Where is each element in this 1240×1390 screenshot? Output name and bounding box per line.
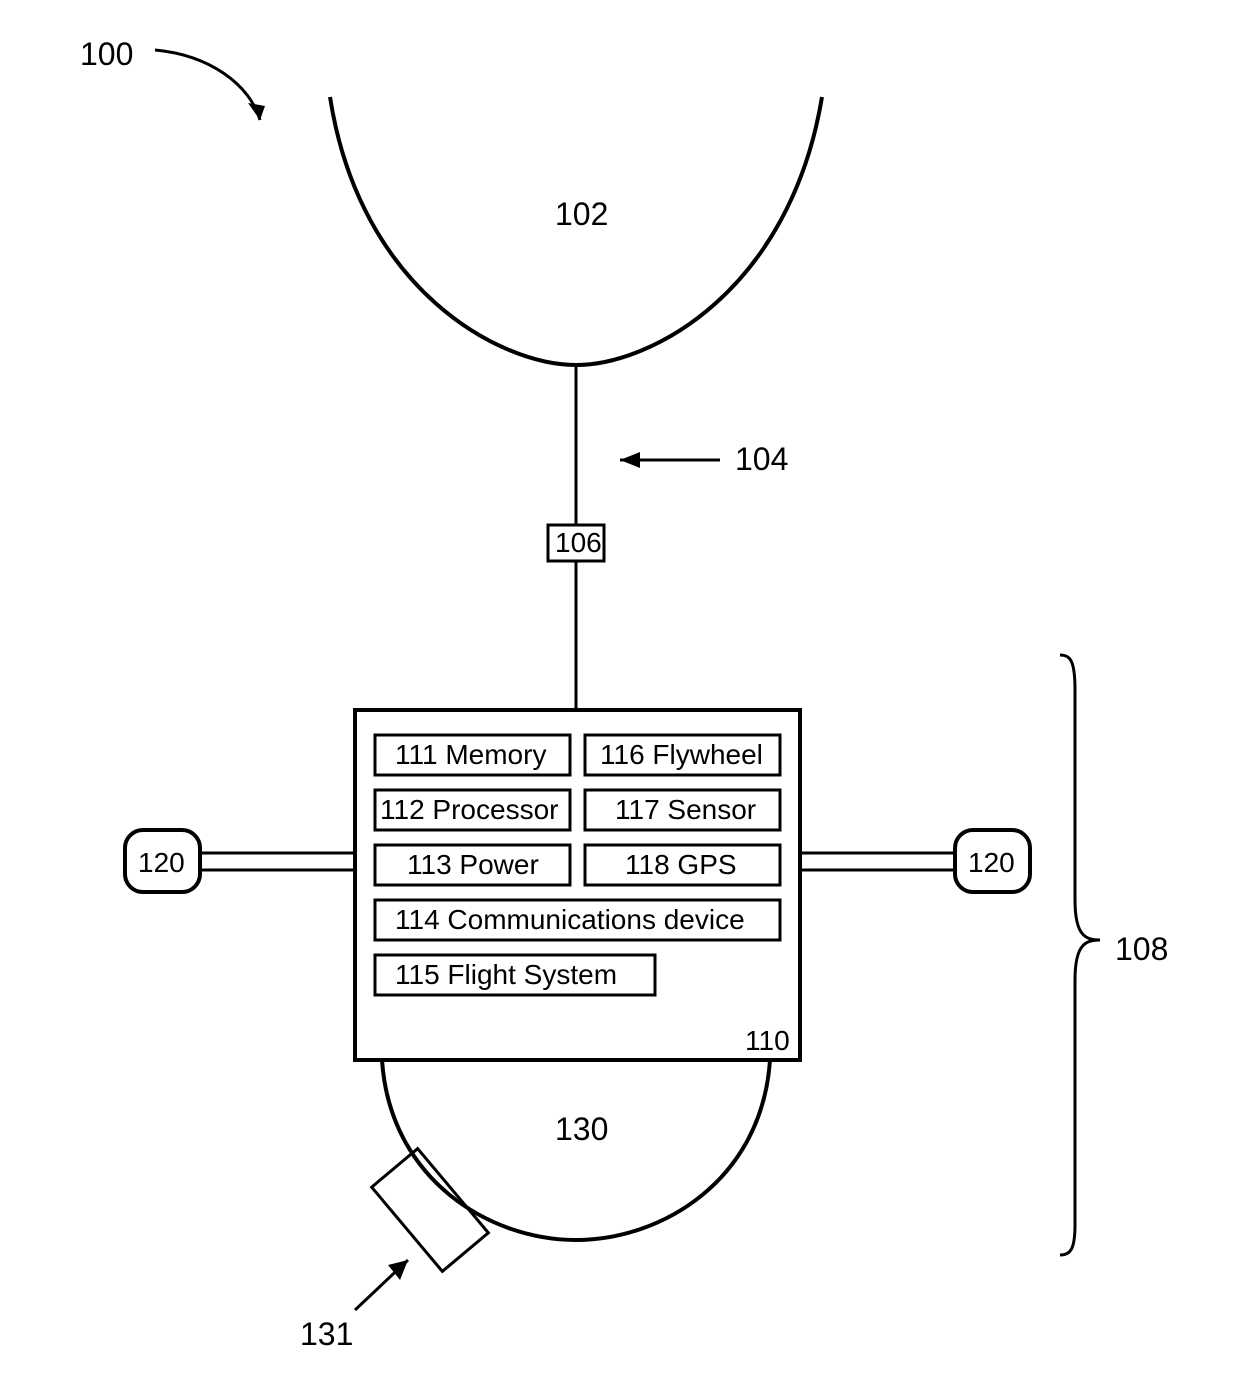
ref-100: 100 <box>80 36 133 72</box>
label-118: 118 GPS <box>625 849 737 880</box>
ref-120-right: 120 <box>968 847 1015 878</box>
label-114: 114 Communications device <box>395 904 745 935</box>
label-111: 111 Memory <box>395 739 546 770</box>
label-115: 115 Flight System <box>395 959 617 990</box>
bracket-108 <box>1060 655 1100 1255</box>
label-116: 116 Flywheel <box>600 739 763 770</box>
ref-130: 130 <box>555 1111 608 1147</box>
ref-108: 108 <box>1115 931 1168 967</box>
label-113: 113 Power <box>407 849 539 880</box>
attachment-131 <box>372 1149 489 1272</box>
label-117: 117 Sensor <box>615 794 756 825</box>
ref-131: 131 <box>300 1316 353 1352</box>
arrowhead-100 <box>248 103 265 120</box>
ref-102: 102 <box>555 196 608 232</box>
ref-120-left: 120 <box>138 847 185 878</box>
bowl-bottom <box>382 1060 770 1240</box>
leader-100 <box>155 50 260 120</box>
label-112: 112 Processor <box>380 794 558 825</box>
ref-106: 106 <box>555 527 602 558</box>
ref-110: 110 <box>745 1025 790 1056</box>
diagram-canvas: 100 102 104 106 110 111 Memory 112 Proce… <box>0 0 1240 1390</box>
arrowhead-104 <box>620 452 640 468</box>
ref-104: 104 <box>735 441 788 477</box>
